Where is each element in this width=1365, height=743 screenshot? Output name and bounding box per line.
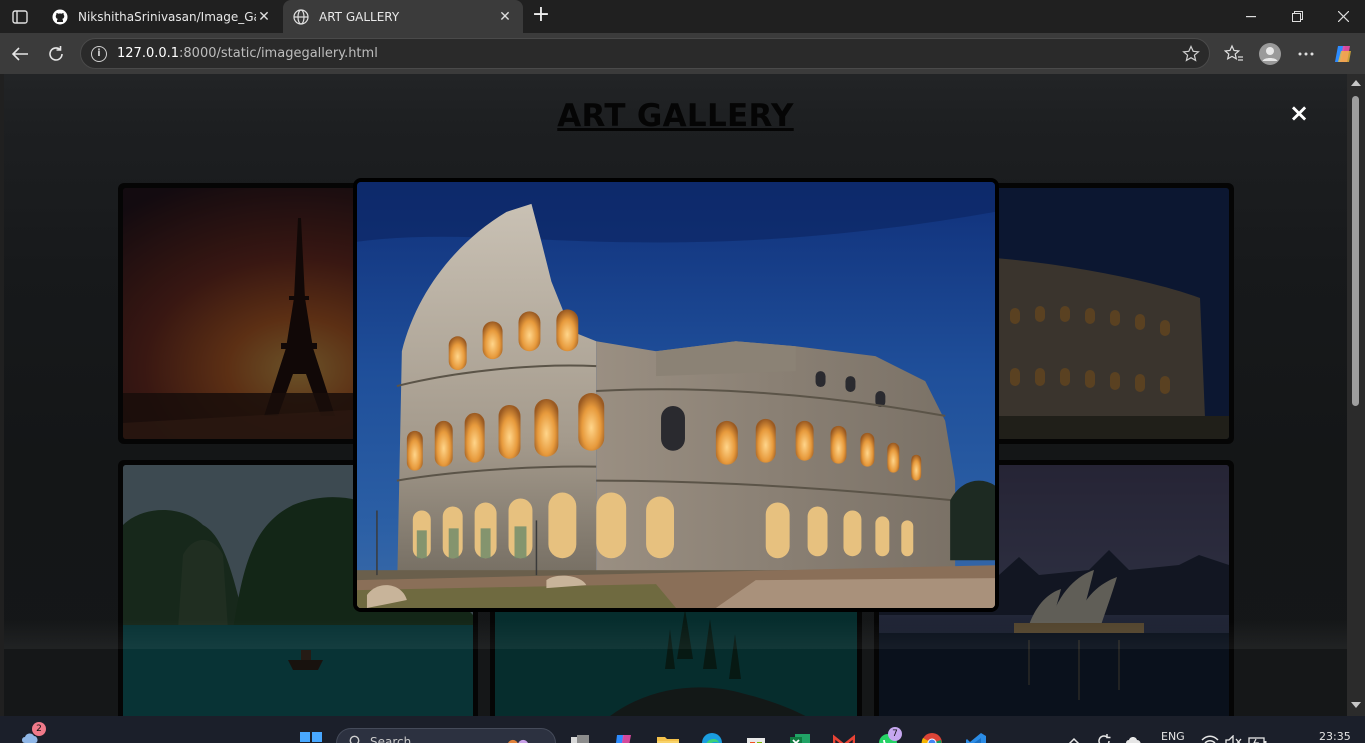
file-explorer-icon[interactable] xyxy=(656,731,680,743)
gmail-icon[interactable] xyxy=(832,731,856,743)
microsoft-store-icon[interactable] xyxy=(744,731,768,743)
github-icon xyxy=(52,9,68,25)
colosseum-lightbox-image xyxy=(357,182,995,608)
page-scrollbar[interactable] xyxy=(1347,74,1365,716)
show-hidden-icons-icon[interactable] xyxy=(1062,729,1086,743)
close-tab-icon[interactable]: ✕ xyxy=(256,9,272,25)
tab-art-gallery[interactable]: ART GALLERY ✕ xyxy=(283,0,523,33)
whatsapp-badge: 7 xyxy=(888,727,902,741)
battery-icon[interactable] xyxy=(1246,730,1270,743)
lightbox-modal xyxy=(353,178,999,612)
url-text: 127.0.0.1:8000/static/imagegallery.html xyxy=(117,46,378,61)
language-indicator[interactable]: ENG xyxy=(1161,730,1185,743)
page-title: ART GALLERY xyxy=(557,98,794,134)
weather-widget-icon[interactable]: 2 xyxy=(18,722,46,743)
profile-avatar-icon[interactable] xyxy=(1258,42,1282,66)
address-bar[interactable]: i 127.0.0.1:8000/static/imagegallery.htm… xyxy=(80,38,1210,69)
scroll-up-arrow-icon[interactable] xyxy=(1351,80,1361,86)
wifi-icon[interactable] xyxy=(1198,730,1222,743)
tab-github[interactable]: NikshithaSrinivasan/Image_Gallery ✕ xyxy=(42,0,282,33)
close-tab-icon[interactable]: ✕ xyxy=(497,9,513,25)
scroll-thumb[interactable] xyxy=(1352,96,1359,406)
onedrive-icon[interactable] xyxy=(1122,729,1146,743)
edge-browser-icon[interactable] xyxy=(700,731,724,743)
volume-muted-icon[interactable] xyxy=(1222,730,1246,743)
copilot-icon[interactable] xyxy=(1331,42,1355,66)
excel-icon[interactable] xyxy=(788,731,812,743)
new-tab-button[interactable]: + xyxy=(530,4,552,28)
gallery-card-colosseum[interactable] xyxy=(990,183,1234,444)
search-highlight-icon xyxy=(506,733,530,743)
favorite-star-icon[interactable] xyxy=(1181,44,1201,64)
sync-icon[interactable] xyxy=(1092,729,1116,743)
tab-actions-icon[interactable] xyxy=(8,6,32,28)
refresh-icon[interactable] xyxy=(42,40,70,68)
page-viewport: ART GALLERY × xyxy=(4,74,1347,716)
tab-title: NikshithaSrinivasan/Image_Gallery xyxy=(78,9,256,24)
site-info-icon[interactable]: i xyxy=(91,45,107,62)
vscode-icon[interactable] xyxy=(964,731,988,743)
scroll-down-arrow-icon[interactable] xyxy=(1351,702,1361,708)
browser-toolbar: i 127.0.0.1:8000/static/imagegallery.htm… xyxy=(0,33,1365,74)
tab-title: ART GALLERY xyxy=(319,9,400,24)
gallery-card-mountain-lake[interactable] xyxy=(490,594,862,716)
clock-time[interactable]: 23:35 xyxy=(1319,730,1351,743)
mountain-lake-image xyxy=(495,599,857,716)
search-icon xyxy=(349,735,362,743)
close-window-icon[interactable] xyxy=(1320,0,1365,33)
weather-badge: 2 xyxy=(32,722,46,736)
favorites-icon[interactable] xyxy=(1222,42,1246,66)
minimize-icon[interactable] xyxy=(1228,0,1274,33)
start-menu-icon[interactable] xyxy=(299,731,323,743)
search-placeholder: Search xyxy=(370,735,412,743)
whatsapp-icon[interactable]: 7 xyxy=(876,727,902,743)
more-options-icon[interactable] xyxy=(1294,42,1318,66)
globe-icon xyxy=(293,8,309,25)
windows-taskbar: 2 Search 7 ENG 23:35 xyxy=(0,716,1365,743)
restore-icon[interactable] xyxy=(1274,0,1320,33)
copilot-taskbar-icon[interactable] xyxy=(612,731,636,743)
browser-tab-bar: NikshithaSrinivasan/Image_Gallery ✕ ART … xyxy=(0,0,1365,33)
back-arrow-icon[interactable] xyxy=(6,40,34,68)
chrome-icon[interactable] xyxy=(920,731,944,743)
close-lightbox-icon[interactable]: × xyxy=(1286,99,1312,127)
colosseum-thumbnail-image xyxy=(995,188,1229,439)
task-view-icon[interactable] xyxy=(568,731,592,743)
